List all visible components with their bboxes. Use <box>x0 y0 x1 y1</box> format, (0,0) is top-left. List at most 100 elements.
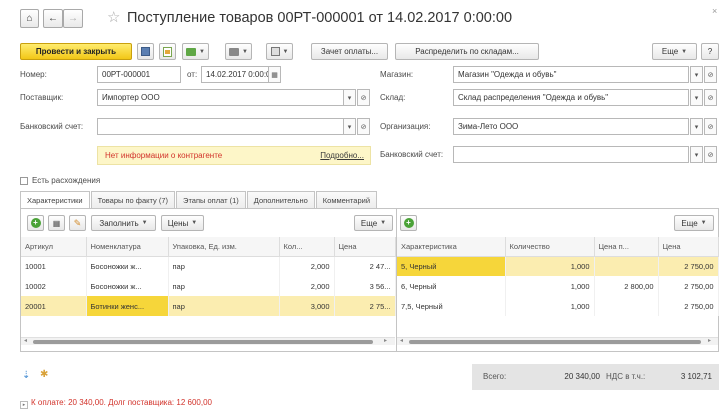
right-horizontal-scrollbar[interactable]: ◂ ▸ <box>397 337 718 345</box>
tab-additional[interactable]: Дополнительно <box>246 191 315 209</box>
date-field[interactable]: 14.02.2017 0:00:00 <box>201 66 269 83</box>
right-more-button[interactable]: Еще ▼ <box>674 215 714 231</box>
warehouse-open[interactable]: ⊘ <box>704 89 717 106</box>
column-header[interactable]: Количество <box>505 237 595 257</box>
chevron-down-icon: ▾ <box>347 123 352 131</box>
warehouse-dropdown[interactable]: ▾ <box>690 89 703 106</box>
add-row-button[interactable]: + <box>27 215 44 231</box>
org-bank-account-dropdown[interactable]: ▾ <box>690 146 703 163</box>
post-and-close-button[interactable]: Провести и закрыть <box>20 43 132 60</box>
table-row[interactable]: 7,5, Черный 1,000 2 750,00 <box>397 296 719 316</box>
favorite-star-icon[interactable]: ☆ <box>107 8 120 27</box>
close-icon[interactable]: × <box>712 6 717 16</box>
scroll-thumb[interactable] <box>33 340 373 344</box>
table-header-row: Характеристика Количество Цена п... Цена <box>397 237 719 257</box>
table-row-selected[interactable]: 20001 Ботинки женс... пар 3,000 2 75... <box>21 296 396 316</box>
tab-payment-stages[interactable]: Этапы оплат (1) <box>176 191 246 209</box>
column-header[interactable]: Цена <box>334 237 396 257</box>
discrepancy-checkbox[interactable] <box>20 177 28 185</box>
number-label: Номер: <box>20 70 47 79</box>
column-header[interactable]: Цена п... <box>594 237 659 257</box>
table-row[interactable]: 10001 Босоножки ж... пар 2,000 2 47... <box>21 256 396 276</box>
document-window: ⌂ ← → ☆ Поступление товаров 00РТ-000001 … <box>0 0 721 411</box>
org-bank-account-label: Банковский счет: <box>380 150 444 159</box>
create-based-on-button[interactable]: ▼ <box>182 43 209 60</box>
pick-button[interactable]: ▦ <box>48 215 65 231</box>
left-more-label: Еще <box>360 218 378 228</box>
table-row[interactable]: 6, Черный 1,000 2 800,00 2 750,00 <box>397 276 719 296</box>
reports-icon <box>270 47 280 56</box>
organization-open[interactable]: ⊘ <box>704 118 717 135</box>
scroll-left-icon[interactable]: ◂ <box>24 337 27 344</box>
org-bank-account-field[interactable] <box>453 146 689 163</box>
column-header[interactable]: Номенклатура <box>86 237 169 257</box>
scroll-right-icon[interactable]: ▸ <box>384 337 387 344</box>
store-field[interactable]: Магазин "Одежда и обувь" <box>453 66 689 83</box>
forward-button[interactable]: → <box>63 9 83 28</box>
scroll-left-icon[interactable]: ◂ <box>400 337 403 344</box>
table-cell: 20001 <box>21 296 87 316</box>
left-horizontal-scrollbar[interactable]: ◂ ▸ <box>21 337 395 345</box>
bank-account-open[interactable]: ⊘ <box>357 118 370 135</box>
org-bank-account-open[interactable]: ⊘ <box>704 146 717 163</box>
distribute-warehouses-button[interactable]: Распределить по складам... <box>395 43 539 60</box>
chevron-down-icon: ▼ <box>700 220 707 226</box>
column-header[interactable]: Упаковка, Ед. изм. <box>168 237 280 257</box>
bank-account-field[interactable] <box>97 118 344 135</box>
link-icon: ⊘ <box>360 94 367 102</box>
attachment-icon[interactable]: ✱ <box>40 369 48 380</box>
column-header[interactable]: Характеристика <box>397 237 506 257</box>
add-characteristic-button[interactable]: + <box>400 215 417 231</box>
details-link[interactable]: Подробно... <box>320 151 364 160</box>
vat-value: 3 102,71 <box>680 372 712 381</box>
table-cell: 6, Черный <box>397 276 506 296</box>
table-cell <box>594 256 659 276</box>
table-row[interactable]: 10002 Босоножки ж... пар 2,000 3 56... <box>21 276 396 296</box>
tab-comment[interactable]: Комментарий <box>315 191 378 209</box>
column-header[interactable]: Артикул <box>21 237 87 257</box>
supplier-dropdown[interactable]: ▾ <box>343 89 356 106</box>
table-cell: Босоножки ж... <box>86 276 169 296</box>
chevron-down-icon: ▾ <box>347 94 352 102</box>
help-button[interactable]: ? <box>701 43 719 60</box>
prices-button[interactable]: Цены ▼ <box>161 215 204 231</box>
back-button[interactable]: ← <box>43 9 63 28</box>
calendar-button[interactable]: ▦ <box>268 66 281 83</box>
post-button[interactable] <box>159 43 176 60</box>
column-header[interactable]: Цена <box>658 237 719 257</box>
organization-field[interactable]: Зима-Лето ООО <box>453 118 689 135</box>
column-header[interactable]: Кол... <box>279 237 335 257</box>
fill-button[interactable]: Заполнить ▼ <box>91 215 156 231</box>
home-button[interactable]: ⌂ <box>20 9 39 28</box>
print-button[interactable]: ▼ <box>225 43 252 60</box>
save-icon <box>141 47 150 56</box>
edit-button[interactable]: ✎ <box>69 215 86 231</box>
table-header-row: Артикул Номенклатура Упаковка, Ед. изм. … <box>21 237 396 257</box>
offset-payment-button[interactable]: Зачет оплаты... <box>311 43 388 60</box>
warehouse-field[interactable]: Склад распределения "Одежда и обувь" <box>453 89 689 106</box>
organization-dropdown[interactable]: ▾ <box>690 118 703 135</box>
bank-account-dropdown[interactable]: ▾ <box>343 118 356 135</box>
expand-arrow-icon[interactable]: ▸ <box>20 401 28 409</box>
link-icon: ⊘ <box>707 151 714 159</box>
supplier-field[interactable]: Импортер ООО <box>97 89 344 106</box>
warning-banner: Нет информации о контрагенте Подробно... <box>97 146 371 165</box>
tab-actual-goods[interactable]: Товары по факту (7) <box>90 191 176 209</box>
number-field[interactable]: 00РТ-000001 <box>97 66 181 83</box>
store-open[interactable]: ⊘ <box>704 66 717 83</box>
scroll-right-icon[interactable]: ▸ <box>708 337 711 344</box>
payment-summary[interactable]: ▸ К оплате: 20 340,00. Долг поставщика: 1… <box>20 398 212 409</box>
prices-label: Цены <box>167 218 189 228</box>
reports-button[interactable]: ▼ <box>266 43 293 60</box>
scroll-thumb[interactable] <box>409 340 701 344</box>
more-button[interactable]: Еще ▼ <box>652 43 697 60</box>
left-more-button[interactable]: Еще ▼ <box>354 215 393 231</box>
status-check-icon[interactable]: ⇣ <box>22 370 30 381</box>
supplier-open[interactable]: ⊘ <box>357 89 370 106</box>
table-cell: 5, Черный <box>397 256 506 276</box>
table-cell: 3 56... <box>334 276 396 296</box>
store-dropdown[interactable]: ▾ <box>690 66 703 83</box>
save-button[interactable] <box>137 43 154 60</box>
table-row-selected[interactable]: 5, Черный 1,000 2 750,00 <box>397 256 719 276</box>
add-icon: + <box>30 218 41 228</box>
